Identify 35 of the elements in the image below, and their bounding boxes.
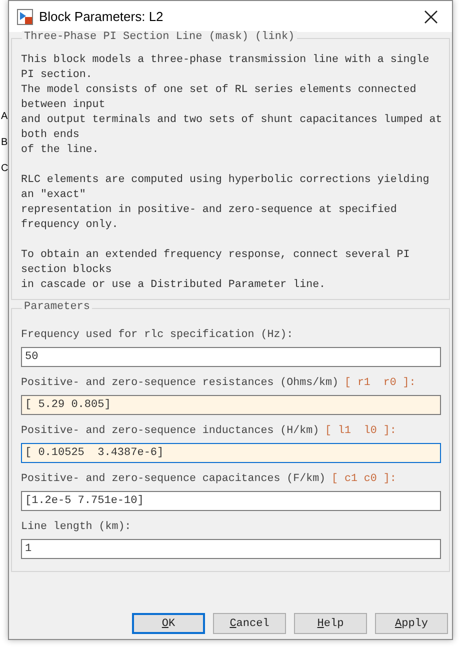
field-label: Frequency used for rlc specification (Hz): <box>21 328 294 343</box>
input-field[interactable]: [1.2e-5 7.751e-10] <box>21 491 441 511</box>
dialog-button[interactable]: OK <box>132 613 205 634</box>
dialog-button[interactable]: Help <box>294 613 367 634</box>
description-line: in cascade or use a Distributed Parameter line. <box>21 279 326 291</box>
group-title: Three-Phase PI Section Line (mask) (link) <box>22 31 297 43</box>
field-label: Positive- and zero-sequence inductances (H/km) [ l1 l0 ]: <box>21 424 398 439</box>
description-line: an ″exact″ <box>21 189 86 201</box>
input-field[interactable]: 50 <box>21 347 441 367</box>
dialog-button[interactable]: Apply <box>375 613 448 634</box>
description-line: of the line. <box>21 144 99 156</box>
description-line: representation in positive- and zero-sequence at specified <box>21 204 397 216</box>
input-field[interactable]: [ 5.29 0.805] <box>21 395 441 415</box>
window-title: Block Parameters: L2 <box>39 9 164 24</box>
field-label: Positive- and zero-sequence capacitances (F/km) [ c1 c0 ]: <box>21 472 398 487</box>
description-line: PI section. <box>21 69 92 81</box>
description-line: between input <box>21 99 106 111</box>
port-label: C <box>1 163 8 174</box>
description-line: and output terminals and two sets of shunt capacitances lumped at <box>21 114 442 126</box>
description-line: This block models a three-phase transmission line with a single <box>21 54 430 66</box>
description-line: To obtain an extended frequency response, connect several PI <box>21 249 410 261</box>
description-line: section blocks <box>21 264 112 276</box>
description-line: frequency only. <box>21 219 118 231</box>
dialog-button[interactable]: Cancel <box>213 613 286 634</box>
port-label: A <box>1 111 8 122</box>
description-line: both ends <box>21 129 80 141</box>
input-field[interactable]: 1 <box>21 539 441 559</box>
description-line: RLC elements are computed using hyperbolic corrections yielding <box>21 174 430 186</box>
field-label: Positive- and zero-sequence resistances (Ohms/km) [ r1 r0 ]: <box>21 376 417 391</box>
block-icon <box>17 8 33 24</box>
field-label: Line length (km): <box>21 520 132 535</box>
port-label: B <box>1 137 8 148</box>
input-field[interactable]: [ 0.10525 3.4387e-6] <box>21 443 441 463</box>
close-icon[interactable] <box>424 10 438 24</box>
description-line: The model consists of one set of RL series elements connected <box>21 84 416 96</box>
